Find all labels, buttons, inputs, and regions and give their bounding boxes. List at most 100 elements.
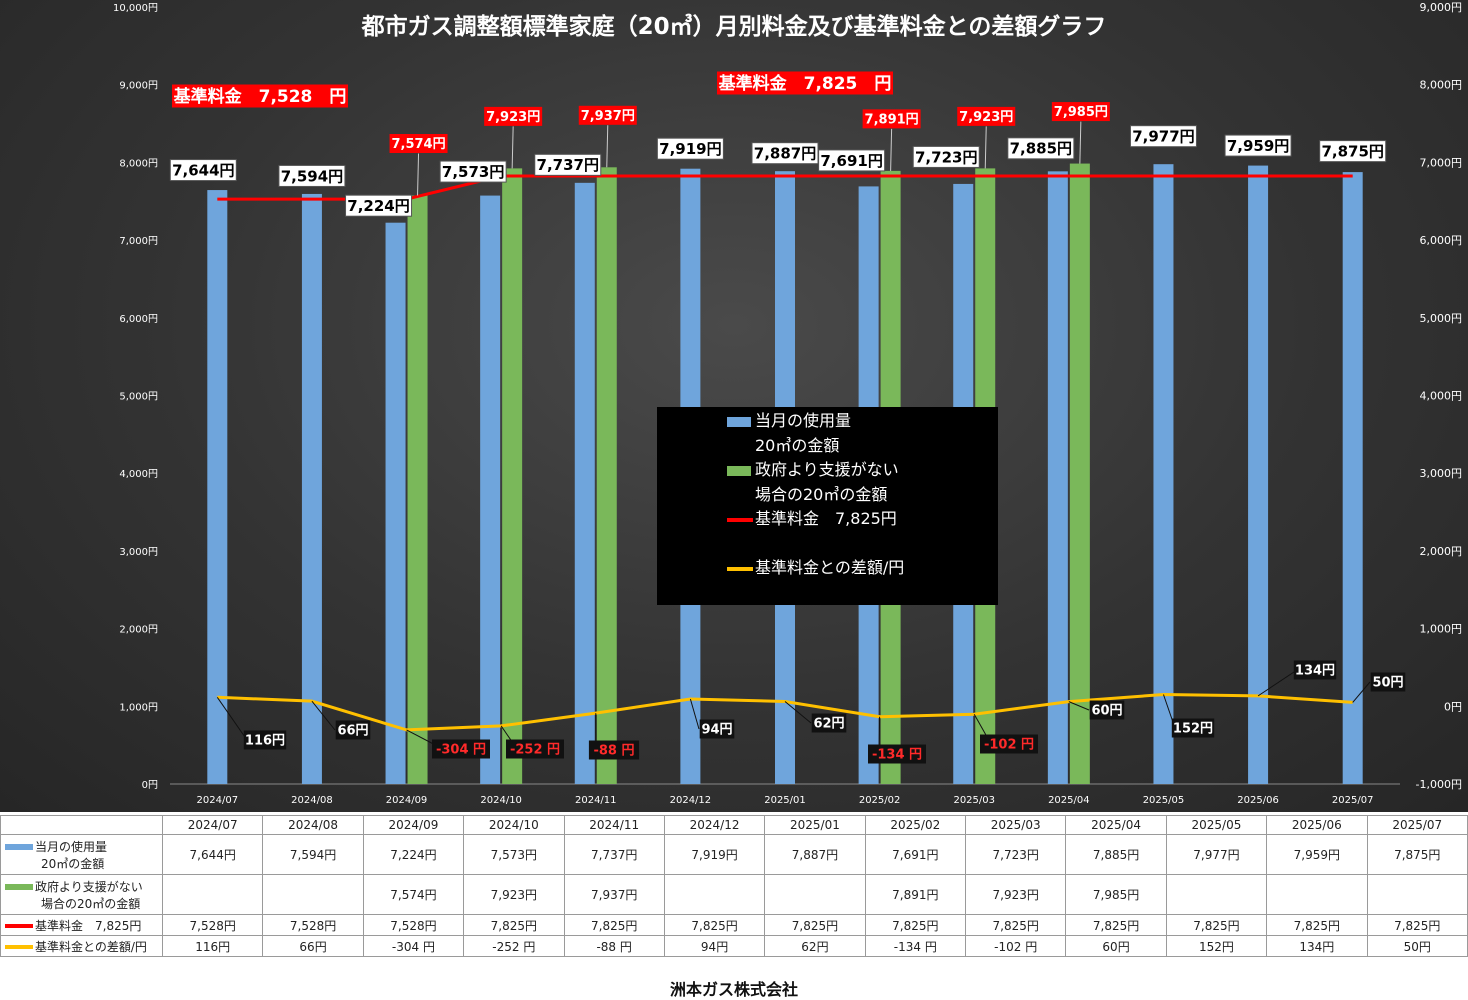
- table-cell-blue: 7,723円: [964, 834, 1067, 875]
- row-swatch-yellow: [5, 945, 33, 949]
- table-cell-yellow: -134 円: [864, 935, 967, 957]
- left-axis-tick: 6,000円: [119, 314, 158, 325]
- bar-green: [1069, 163, 1090, 785]
- table-cell-green: [1266, 874, 1368, 915]
- x-axis-tick: 2024/10: [480, 795, 522, 806]
- table-header-cell: 2024/11: [563, 815, 665, 835]
- x-axis-tick: 2024/12: [670, 795, 712, 806]
- bar-blue: [1342, 172, 1363, 785]
- table-header-cell: 2024/09: [362, 815, 465, 835]
- table-cell-yellow: -88 円: [563, 935, 665, 957]
- legend-label-red: 基準料金 7,825円: [755, 509, 897, 528]
- table-cell-blue: 7,919円: [663, 834, 766, 875]
- table-cell-yellow: 134円: [1266, 935, 1368, 957]
- table-row-blue: 当月の使用量 20㎥の金額 7,644円 7,594円 7,224円 7,573円 7,7…: [0, 834, 1468, 875]
- legend-swatch-green: [727, 466, 751, 476]
- bar-green-label: 7,574円: [391, 137, 445, 152]
- row-swatch-green: [5, 884, 33, 890]
- table-cell-red: 7,825円: [463, 914, 565, 936]
- left-axis-tick: 5,000円: [119, 392, 158, 403]
- row-label-blue-2: 20㎥の金額: [41, 856, 105, 871]
- row-label-green-1: 政府より支援がない: [35, 879, 143, 894]
- table-cell-green: 7,574円: [362, 874, 465, 915]
- table-cell-red: 7,825円: [864, 914, 967, 936]
- table-corner: [0, 815, 163, 835]
- left-axis-tick: 0円: [142, 780, 158, 791]
- bar-blue: [1047, 171, 1068, 784]
- bar-blue-label: 7,887円: [754, 145, 816, 163]
- legend-label-green-2: 場合の20㎥の金額: [755, 485, 888, 504]
- company-name: 洲本ガス株式会社: [669, 980, 798, 999]
- left-axis-tick: 4,000円: [119, 469, 158, 480]
- table-cell-red: 7,825円: [1065, 914, 1167, 936]
- row-label-red: 基準料金 7,825円: [0, 914, 163, 936]
- bar-green-leader: [511, 126, 514, 169]
- table-cell-red: 7,825円: [1266, 914, 1368, 936]
- table-header-cell: 2025/06: [1266, 815, 1368, 835]
- x-axis-tick: 2024/08: [291, 795, 333, 806]
- x-axis-tick: 2025/02: [859, 795, 901, 806]
- base-fee-label-2: 基準料金 7,825 円: [718, 73, 892, 94]
- table-row-red: 基準料金 7,825円 7,528円 7,528円 7,528円 7,825円 7,82…: [0, 914, 1468, 936]
- diff-label: -304 円: [436, 743, 486, 758]
- bar-blue: [301, 193, 322, 785]
- row-label-blue: 当月の使用量 20㎥の金額: [0, 834, 163, 875]
- bar-blue-label: 7,224円: [347, 197, 409, 215]
- x-axis-tick: 2025/07: [1332, 795, 1374, 806]
- diff-label: 134円: [1295, 664, 1335, 679]
- right-axis-tick: 3,000円: [1420, 467, 1463, 480]
- right-axis-tick: 1,000円: [1420, 623, 1463, 636]
- diff-label: 50円: [1372, 676, 1403, 691]
- bar-green-leader: [984, 126, 987, 169]
- diff-label: 66円: [337, 724, 368, 739]
- table-cell-green: [764, 874, 866, 915]
- legend-line-red: [727, 518, 753, 522]
- table-cell-red: 7,825円: [764, 914, 866, 936]
- table-cell-green: [1165, 874, 1268, 915]
- bar-green-leader: [890, 128, 893, 171]
- bar-green: [596, 167, 617, 784]
- table-cell-red: 7,528円: [262, 914, 364, 936]
- table-header-cell: 2025/05: [1165, 815, 1268, 835]
- table-cell-green: 7,923円: [964, 874, 1067, 915]
- legend-label-green-1: 政府より支援がない: [755, 460, 899, 479]
- table-header-cell: 2024/08: [262, 815, 364, 835]
- right-axis-tick: -1,000円: [1416, 778, 1462, 791]
- table-header-cell: 2025/01: [764, 815, 866, 835]
- table-cell-red: 7,825円: [663, 914, 766, 936]
- diff-label: 116円: [245, 734, 285, 749]
- table-header-cell: 2025/02: [864, 815, 967, 835]
- right-axis-tick: 5,000円: [1420, 312, 1463, 325]
- bar-green-leader: [1079, 121, 1082, 164]
- x-axis-tick: 2024/09: [386, 795, 428, 806]
- row-label-blue-1: 当月の使用量: [35, 839, 108, 854]
- row-label-yellow: 基準料金との差額/円: [0, 935, 163, 957]
- diff-label: 152円: [1173, 722, 1213, 737]
- right-axis-tick: 0円: [1444, 700, 1462, 713]
- table-cell-blue: 7,977円: [1165, 834, 1268, 875]
- data-table: 2024/07 2024/08 2024/09 2024/10 2024/11 2024/…: [0, 815, 1468, 957]
- right-axis-tick: 6,000円: [1420, 234, 1463, 247]
- table-header-cell: 2024/07: [161, 815, 264, 835]
- bar-blue-label: 7,737円: [537, 156, 599, 174]
- bar-blue-label: 7,919円: [659, 140, 721, 158]
- bar-green-label: 7,891円: [865, 113, 919, 128]
- bar-green: [502, 168, 523, 784]
- x-axis-tick: 2025/01: [764, 795, 806, 806]
- row-label-green: 政府より支援がない 場合の20㎥の金額: [0, 874, 163, 915]
- bar-blue: [385, 222, 406, 785]
- table-cell-green: 7,923円: [463, 874, 565, 915]
- table-row-green: 政府より支援がない 場合の20㎥の金額 7,574円 7,923円 7,937円 7,8…: [0, 874, 1468, 915]
- table-cell-green: [663, 874, 766, 915]
- chart-legend: 当月の使用量 20㎥の金額 政府より支援がない 場合の20㎥の金額 基準料金 7…: [657, 407, 998, 605]
- row-label-green-2: 場合の20㎥の金額: [41, 896, 141, 911]
- table-cell-red: 7,825円: [964, 914, 1067, 936]
- legend-line-yellow: [727, 567, 753, 571]
- diff-label: 62円: [813, 717, 844, 732]
- row-label-yellow-text: 基準料金との差額/円: [35, 939, 147, 954]
- bar-blue-label: 7,977円: [1132, 128, 1194, 146]
- diff-label: -252 円: [510, 743, 560, 758]
- table-cell-green: [161, 874, 264, 915]
- bar-blue-label: 7,573円: [442, 163, 504, 181]
- row-swatch-red: [5, 924, 33, 928]
